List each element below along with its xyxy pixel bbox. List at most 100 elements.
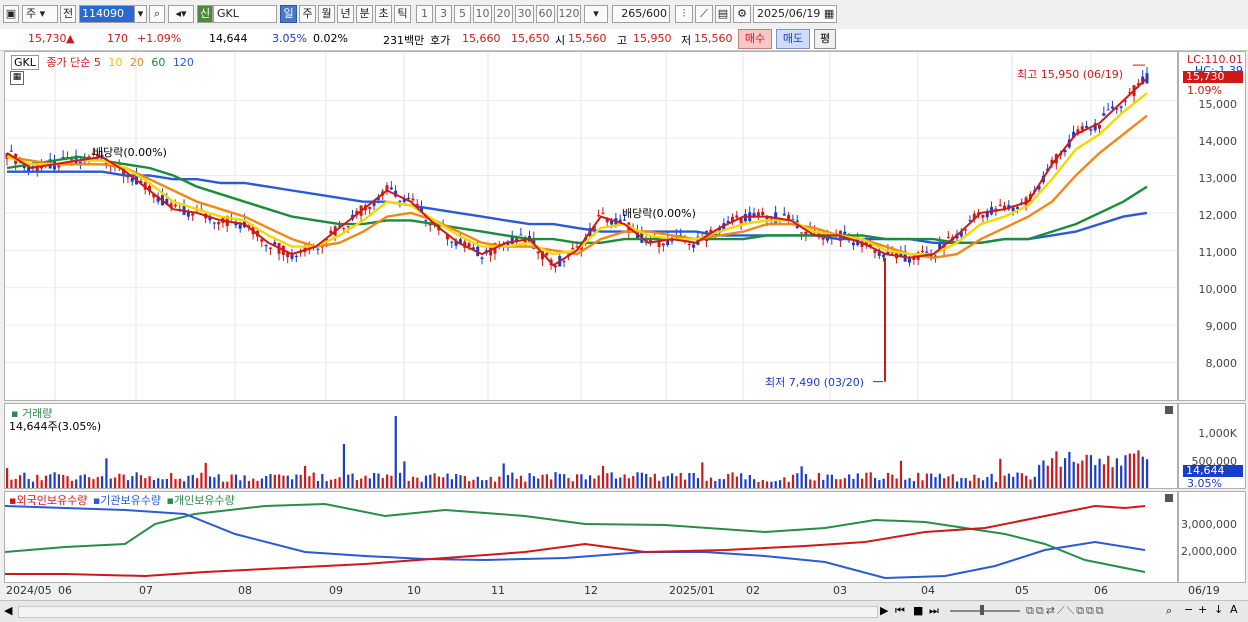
table-icon[interactable]: ▦ [10,71,24,85]
holdings-close-icon[interactable] [1165,494,1173,502]
code-input[interactable]: 114090 [79,5,135,23]
stock-name-field[interactable]: GKL [213,5,277,23]
candle-body [1080,126,1084,131]
zoom-reset-icon[interactable]: ↓ [1214,603,1223,616]
period-month-button[interactable]: 월 [318,5,335,23]
period-tick-button[interactable]: 틱 [394,5,411,23]
candle-body [1015,206,1019,209]
volume-bar [126,480,130,488]
volume-bar [485,479,488,488]
volume-bar [571,481,574,488]
count-value: 265 [621,7,643,20]
tick-60-button[interactable]: 60 [536,5,555,23]
volume-bar [882,478,885,488]
volume-bar [671,473,674,488]
scroll-track[interactable] [18,606,878,618]
volume-bar [278,474,281,488]
zoom-search-icon[interactable]: ⌕ [1166,604,1172,618]
play-icon[interactable]: ▶ [880,604,888,617]
volume-bar [826,474,829,488]
candle-body [57,165,61,168]
volume-bar [247,480,251,488]
tick-20-button[interactable]: 20 [494,5,513,23]
candle-body [998,204,1002,206]
scroll-left-icon[interactable]: ◀ [4,604,12,617]
candle-icon[interactable]: ⫶ [675,5,693,23]
volume-bar [347,474,350,488]
tick-3-button[interactable]: 3 [435,5,452,23]
candle-body [238,224,242,229]
period-second-button[interactable]: 초 [375,5,392,23]
font-size-icon[interactable]: A [1230,603,1238,616]
trade-amount: 231백만 [383,34,425,47]
volume-bar [688,473,691,488]
holdings-chart[interactable]: ▪외국인보유수량 ▪기관보유수량 ▪개인보유수량 [4,491,1178,583]
volume-bar [1025,475,1028,488]
period-year-button[interactable]: 년 [337,5,354,23]
search-icon[interactable]: ⌕ [149,5,165,23]
volume-bar [368,478,371,488]
code-dropdown-icon[interactable]: ▾ [134,5,147,23]
volume-bar [1029,479,1032,488]
volume-chart[interactable]: ▪ 거래량 14,644주(3.05%) [4,403,1178,489]
stop-icon[interactable]: ■ [913,604,923,617]
period-week-button[interactable]: 주 [299,5,316,23]
legend-ma5: 5 [93,56,101,69]
dividend-annotation-2: 배당락(0.00%) [622,207,696,220]
volume-close-icon[interactable] [1165,406,1173,414]
volume-bar [131,476,134,488]
volume-bar [157,478,160,488]
candle-body [597,215,601,217]
draw-tool-icon[interactable]: ⟋ [695,5,713,23]
period-day-button[interactable]: 일 [280,5,297,23]
tick-120-button[interactable]: 120 [557,5,581,23]
rewind-icon[interactable]: ⏮ [895,604,905,618]
buy-button[interactable]: 매수 [738,29,772,49]
volume-bar [334,478,337,488]
tick-dropdown[interactable]: ▾ [584,5,608,23]
zoom-out-icon[interactable]: − [1184,603,1193,616]
legend-title: 종가 단순 [46,56,91,69]
layout-icons[interactable]: ⧉⧉⇄⟋⟍⧉⧉⧉ [1026,604,1106,618]
window-menu-icon[interactable]: ▣ [3,5,19,23]
candle-body [536,251,540,254]
volume-bar [873,477,877,488]
zoom-slider-handle[interactable] [980,605,984,615]
tick-30-button[interactable]: 30 [515,5,534,23]
sell-button[interactable]: 매도 [776,29,810,49]
volume-value-label: 14,644주(3.05%) [9,420,102,433]
gear-icon[interactable]: ⚙ [733,5,751,23]
volume-bar [269,474,272,488]
zoom-in-icon[interactable]: + [1198,603,1207,616]
tick-5-button[interactable]: 5 [454,5,471,23]
speaker-icon[interactable]: ◂▾ [168,5,194,23]
volume-bar [165,478,168,488]
date-field[interactable]: 2025/06/19 ▦ [753,5,837,23]
count-field[interactable]: 265/600 [612,5,670,23]
volume-bar [377,473,380,488]
period-select[interactable]: 주 ▾ [22,5,58,23]
price-chart-svg[interactable] [5,52,1177,400]
avg-button[interactable]: 평 [814,29,836,49]
price-chart[interactable]: GKL 종가 단순 5 10 20 60 120 ▦ 최고 15,950 (06… [4,51,1178,401]
calendar-icon[interactable]: ▦ [824,7,834,20]
zoom-slider[interactable] [950,610,1020,612]
tick-1-button[interactable]: 1 [416,5,433,23]
volume-bar [498,476,501,488]
volume-bar [576,474,579,488]
volume-bar [1124,455,1127,488]
volume-bar [1111,467,1114,488]
volume-bar [748,475,751,488]
save-icon[interactable]: ▤ [715,5,731,23]
forward-icon[interactable]: ⏭ [929,604,939,618]
volume-bar [912,481,916,488]
volume-bar [528,473,531,488]
tick-10-button[interactable]: 10 [473,5,492,23]
candle-body [415,204,419,206]
legend-foreign-text: 외국인보유수량 [16,494,88,507]
bottom-scrollbar[interactable]: ◀ ▶ ⏮ ■ ⏭ ⧉⧉⇄⟋⟍⧉⧉⧉ ⌕ − + ↓ A [0,600,1248,622]
period-minute-button[interactable]: 분 [356,5,373,23]
prev-button[interactable]: 전 [60,5,76,23]
volume-bar [537,478,540,488]
volume-bar [588,475,592,488]
